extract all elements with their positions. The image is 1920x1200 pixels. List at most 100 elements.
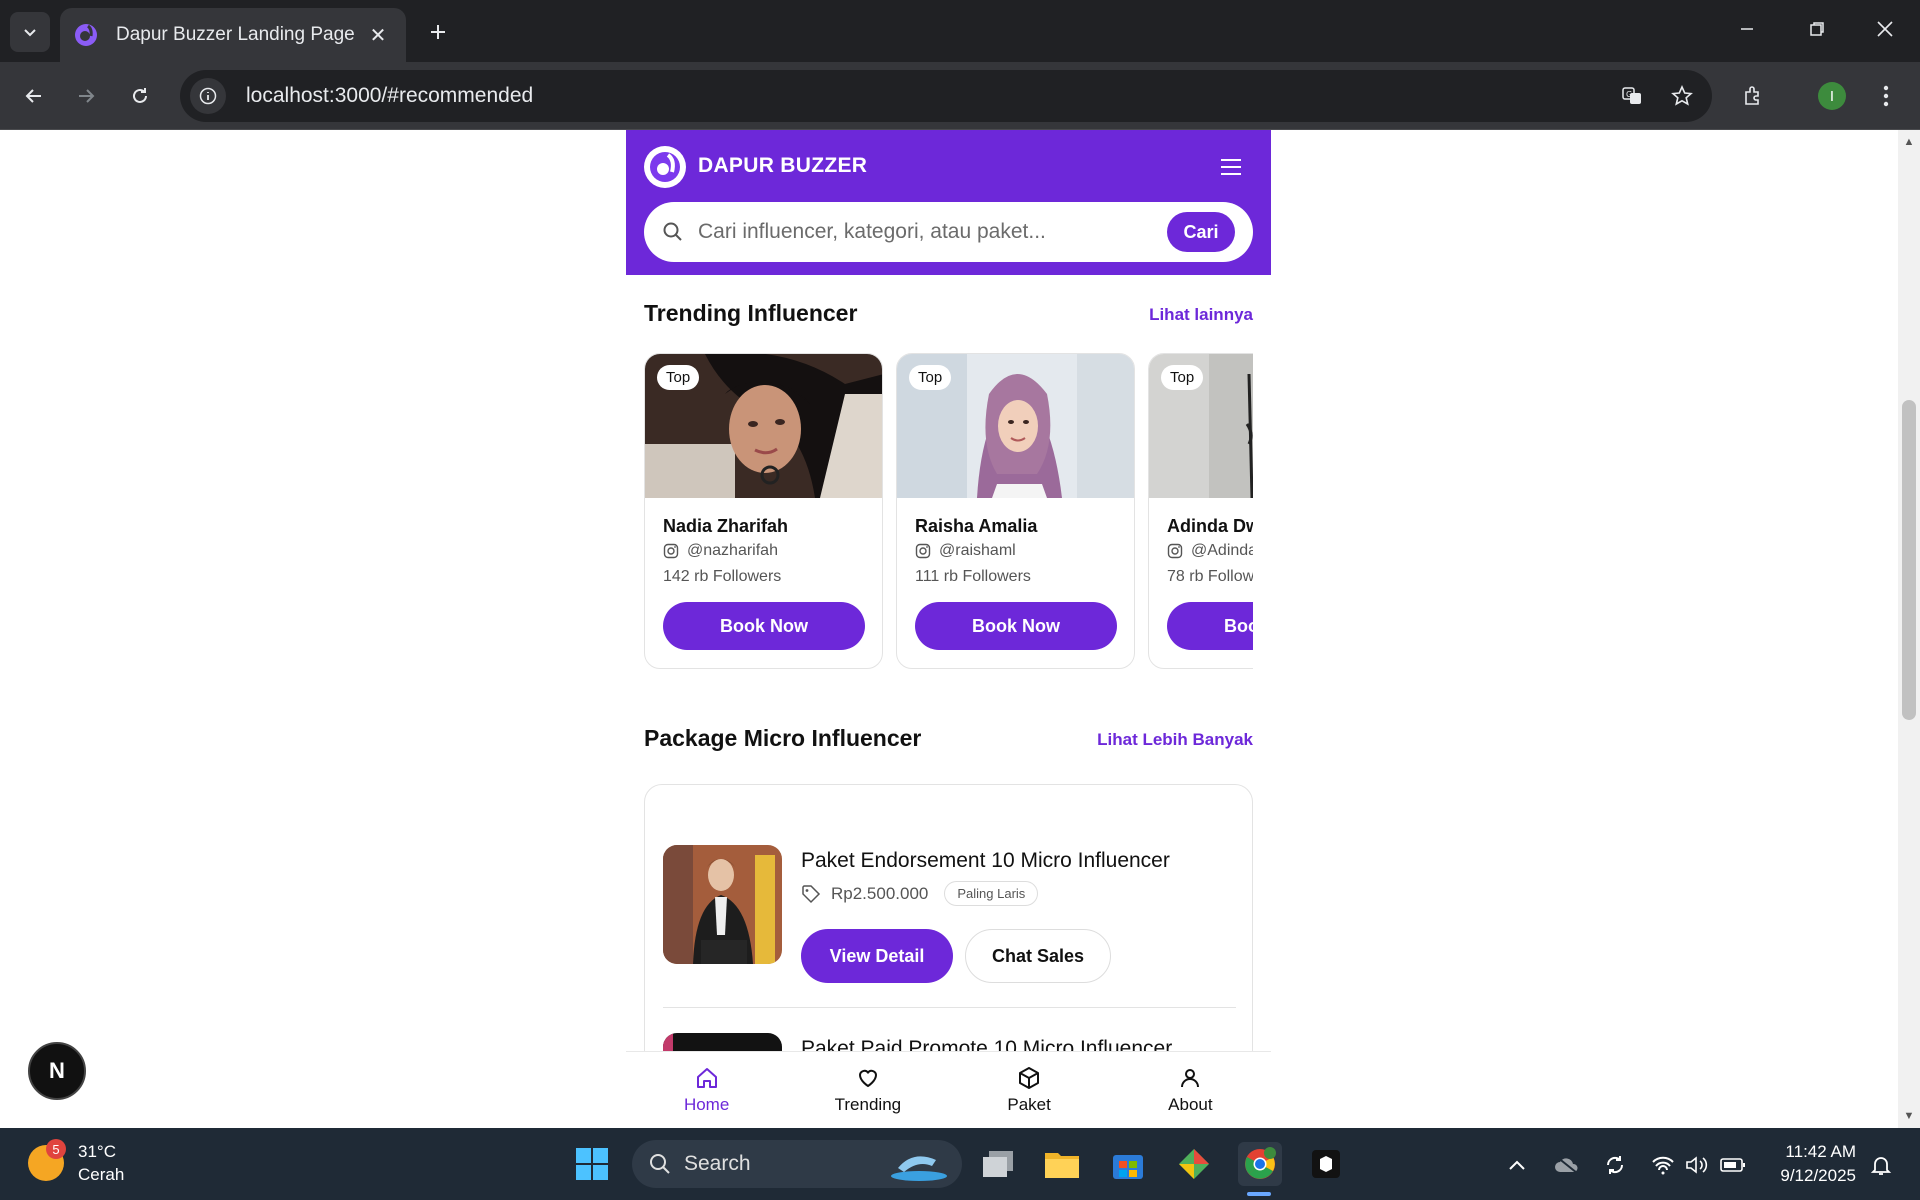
app-cube-button[interactable] (1304, 1142, 1348, 1186)
tray-overflow-button[interactable] (1502, 1150, 1532, 1180)
browser-menu-button[interactable] (1866, 76, 1906, 116)
package-title: Paket Endorsement 10 Micro Influencer (801, 849, 1170, 872)
browser-tabstrip: Dapur Buzzer Landing Page ✕ (0, 0, 1920, 62)
handle-text: @raishaml (939, 542, 1016, 559)
chrome-icon (1245, 1147, 1276, 1179)
influencer-card[interactable]: Top Adinda Dw @Adinda 78 rb Followers Bo… (1148, 353, 1253, 669)
restore-icon (1810, 22, 1824, 36)
reload-button[interactable] (120, 76, 160, 116)
view-detail-button[interactable]: View Detail (801, 929, 953, 983)
chat-sales-button[interactable]: Chat Sales (965, 929, 1111, 983)
new-tab-button[interactable] (420, 14, 456, 50)
tab-close-button[interactable]: ✕ (364, 23, 392, 48)
top-badge: Top (909, 365, 952, 390)
logo-icon (650, 152, 680, 182)
translate-icon[interactable]: G (1612, 76, 1652, 116)
home-icon (696, 1067, 717, 1088)
address-bar[interactable]: localhost:3000/#recommended G (180, 70, 1712, 122)
package-photo (663, 845, 782, 964)
task-view-button[interactable] (976, 1142, 1020, 1186)
influencer-handle: @Adinda (1167, 542, 1253, 560)
page-scrollbar[interactable]: ▲ ▼ (1898, 130, 1920, 1128)
influencer-card[interactable]: Top Nadia Zharifah @nazharifah 142 rb Fo… (644, 353, 883, 669)
best-seller-badge: Paling Laris (944, 881, 1039, 906)
nav-trending[interactable]: Trending (787, 1052, 948, 1128)
folder-icon (1045, 1153, 1079, 1178)
search-icon (663, 222, 682, 241)
bookmark-star-icon[interactable] (1662, 76, 1702, 116)
nextjs-dev-indicator[interactable]: N (28, 1042, 86, 1100)
book-now-button[interactable]: Book Now (663, 602, 865, 650)
book-now-button[interactable]: Book Now (915, 602, 1117, 650)
nav-trending-label: Trending (834, 1094, 902, 1114)
chrome-button[interactable] (1238, 1142, 1282, 1186)
package-thumbnail (663, 845, 782, 964)
weather-description: Cerah (78, 1165, 125, 1184)
handle-text: @nazharifah (687, 542, 778, 559)
top-badge: Top (657, 365, 700, 390)
onedrive-icon[interactable] (1552, 1150, 1582, 1180)
arrow-left-icon (25, 89, 41, 103)
arrow-right-icon (79, 89, 95, 103)
page-viewport: DAPUR BUZZER Cari Trending Influencer Li… (0, 130, 1920, 1128)
user-icon (1181, 1068, 1200, 1087)
weather-widget[interactable]: 5 31°C Cerah (28, 1139, 125, 1186)
url-text[interactable]: localhost:3000/#recommended (246, 84, 1612, 108)
heart-icon (858, 1069, 877, 1087)
influencer-handle: @nazharifah (663, 542, 778, 560)
package-price-row: Rp2.500.000 Paling Laris (801, 881, 1039, 906)
scroll-up-arrow-icon[interactable]: ▲ (1903, 136, 1915, 148)
book-now-button[interactable]: Book Now (1167, 602, 1253, 650)
cube-app-icon (1312, 1150, 1340, 1178)
brand-name: DAPUR BUZZER (698, 154, 868, 177)
package-see-more-link[interactable]: Lihat Lebih Banyak (1097, 730, 1253, 750)
sync-icon[interactable] (1600, 1150, 1630, 1180)
system-clock[interactable]: 11:42 AM 9/12/2025 (1770, 1140, 1856, 1188)
chevron-down-icon (24, 29, 36, 37)
brand-logo[interactable] (644, 146, 686, 188)
scroll-thumb[interactable] (1902, 400, 1916, 720)
battery-icon[interactable] (1718, 1150, 1748, 1180)
restore-button[interactable] (1782, 0, 1852, 58)
scroll-down-arrow-icon[interactable]: ▼ (1903, 1110, 1915, 1122)
notification-bell-icon[interactable] (1866, 1150, 1896, 1180)
trending-see-more-link[interactable]: Lihat lainnya (1149, 305, 1253, 325)
package-divider (663, 1007, 1236, 1008)
extensions-icon[interactable] (1733, 76, 1773, 116)
svg-text:G: G (1626, 90, 1632, 99)
menu-button[interactable] (1217, 154, 1245, 180)
reload-icon (133, 88, 147, 103)
file-explorer-button[interactable] (1040, 1142, 1084, 1186)
tab-search-button[interactable] (10, 12, 50, 52)
wifi-icon[interactable] (1648, 1150, 1678, 1180)
browser-tab[interactable]: Dapur Buzzer Landing Page ✕ (60, 8, 406, 62)
search-button[interactable]: Cari (1167, 212, 1235, 252)
forward-button[interactable] (66, 76, 106, 116)
search-input[interactable] (698, 220, 1158, 244)
clock-time: 11:42 AM (1785, 1142, 1856, 1161)
task-view-icon (983, 1151, 1013, 1177)
app-diamond-button[interactable] (1172, 1142, 1216, 1186)
package-section-title: Package Micro Influencer (644, 725, 922, 751)
volume-icon[interactable] (1682, 1150, 1712, 1180)
back-button[interactable] (14, 76, 54, 116)
nav-paket[interactable]: Paket (949, 1052, 1110, 1128)
browser-toolbar: localhost:3000/#recommended G I (0, 62, 1920, 130)
close-icon (1877, 21, 1893, 37)
trending-carousel[interactable]: Top Nadia Zharifah @nazharifah 142 rb Fo… (644, 353, 1253, 673)
influencer-name: Nadia Zharifah (663, 516, 789, 536)
start-button[interactable] (570, 1142, 614, 1186)
nav-home[interactable]: Home (626, 1052, 787, 1128)
microsoft-store-button[interactable] (1106, 1142, 1150, 1186)
nav-paket-label: Paket (1007, 1094, 1051, 1114)
taskbar-search[interactable]: Search (632, 1140, 962, 1188)
site-info-icon[interactable] (190, 78, 226, 114)
close-window-button[interactable] (1850, 0, 1920, 58)
store-icon (1113, 1155, 1143, 1179)
taskbar-search-label: Search (684, 1152, 751, 1175)
nav-about[interactable]: About (1110, 1052, 1271, 1128)
bottom-navigation: Home Trending Paket About (626, 1051, 1271, 1128)
minimize-button[interactable] (1712, 0, 1782, 58)
profile-avatar[interactable]: I (1812, 76, 1852, 116)
influencer-card[interactable]: Top Raisha Amalia @raishaml 111 rb Follo… (896, 353, 1135, 669)
